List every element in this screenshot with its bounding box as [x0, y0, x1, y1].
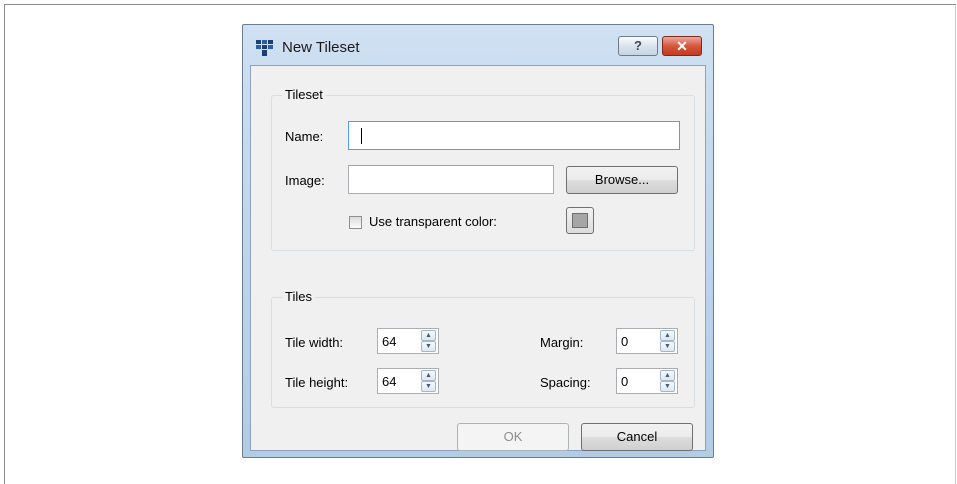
use-transparent-color-label: Use transparent color: [369, 214, 497, 229]
spin-down-arrow-icon[interactable]: ▼ [421, 341, 436, 352]
spin-down-arrow-icon[interactable]: ▼ [660, 341, 675, 352]
transparent-color-button[interactable] [566, 207, 594, 234]
margin-label: Margin: [540, 335, 584, 350]
spin-up-arrow-icon[interactable]: ▲ [421, 370, 436, 381]
spacing-value: 0 [621, 374, 629, 389]
help-button[interactable]: ? [618, 36, 658, 56]
image-path-input[interactable] [348, 165, 554, 194]
new-tileset-dialog: New Tileset ? ✕ Tileset Name: Image: Bro… [242, 24, 714, 458]
transparent-color-swatch [572, 213, 588, 228]
tileset-groupbox: Tileset Name: Image: Browse... Use trans… [271, 87, 695, 251]
tile-height-spinbox[interactable]: 64 ▲ ▼ [377, 368, 439, 394]
spin-up-arrow-icon[interactable]: ▲ [660, 370, 675, 381]
spin-up-arrow-icon[interactable]: ▲ [660, 330, 675, 341]
title-bar: New Tileset ? ✕ [243, 25, 713, 65]
tile-height-value: 64 [382, 374, 397, 389]
text-caret [361, 128, 362, 144]
tileset-grid-icon [256, 40, 273, 56]
use-transparent-color-checkbox[interactable] [349, 216, 362, 229]
tile-width-spinbox[interactable]: 64 ▲ ▼ [377, 328, 439, 354]
name-input[interactable] [348, 121, 680, 150]
tile-height-label: Tile height: [285, 375, 349, 390]
tiles-group-title: Tiles [282, 289, 315, 304]
close-button[interactable]: ✕ [662, 36, 702, 56]
tiles-groupbox: Tiles Tile width: 64 ▲ ▼ Tile height: 64… [271, 289, 695, 408]
spin-up-arrow-icon[interactable]: ▲ [421, 330, 436, 341]
spin-down-arrow-icon[interactable]: ▼ [421, 381, 436, 392]
margin-spinbox[interactable]: 0 ▲ ▼ [616, 328, 678, 354]
tile-width-value: 64 [382, 334, 397, 349]
image-label: Image: [285, 173, 325, 188]
spacing-label: Spacing: [540, 375, 591, 390]
tileset-group-title: Tileset [282, 87, 326, 102]
margin-value: 0 [621, 334, 629, 349]
spin-down-arrow-icon[interactable]: ▼ [660, 381, 675, 392]
spacing-spinbox[interactable]: 0 ▲ ▼ [616, 368, 678, 394]
ok-button[interactable]: OK [457, 423, 569, 451]
cancel-button[interactable]: Cancel [581, 423, 693, 451]
dialog-client-area: Tileset Name: Image: Browse... Use trans… [250, 65, 706, 451]
browse-button[interactable]: Browse... [566, 166, 678, 194]
name-label: Name: [285, 129, 324, 144]
tile-width-label: Tile width: [285, 335, 344, 350]
dialog-title: New Tileset [282, 39, 360, 56]
